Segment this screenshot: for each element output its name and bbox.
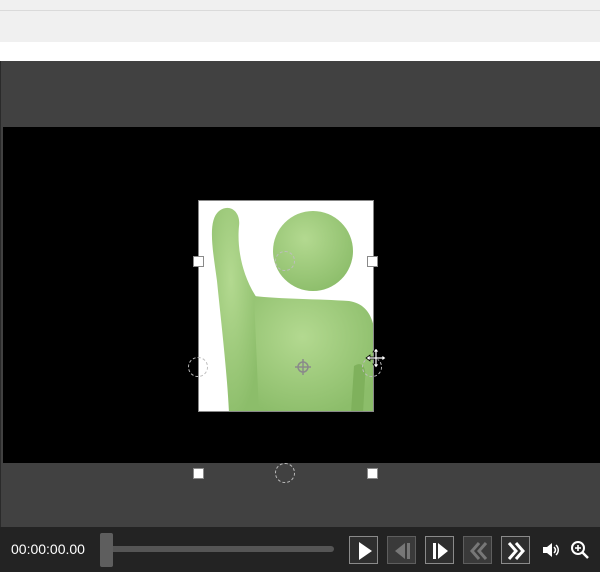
center-crosshair-icon[interactable] <box>295 359 311 375</box>
video-preview[interactable] <box>3 127 600 483</box>
fast-forward-button[interactable] <box>501 536 530 564</box>
previous-frame-button[interactable] <box>387 536 416 564</box>
move-cursor-icon <box>365 347 387 369</box>
resize-handle-left[interactable] <box>188 357 208 377</box>
resize-handle-top-right[interactable] <box>367 256 378 267</box>
overlay-image[interactable] <box>198 200 374 412</box>
rewind-icon <box>470 542 488 560</box>
video-editor-frame <box>0 61 600 572</box>
rewind-button[interactable] <box>463 536 492 564</box>
playback-controls-bar: 00:00:00.00 <box>0 527 600 572</box>
next-frame-button[interactable] <box>425 536 454 564</box>
volume-icon[interactable] <box>540 539 562 561</box>
seek-thumb[interactable] <box>100 533 113 567</box>
fast-forward-icon <box>507 542 525 560</box>
time-display: 00:00:00.00 <box>11 541 85 557</box>
resize-handle-top-left[interactable] <box>193 256 204 267</box>
green-figure-illustration <box>211 207 373 411</box>
next-frame-icon <box>433 543 448 559</box>
top-divider <box>0 10 600 11</box>
play-button[interactable] <box>349 536 378 564</box>
previous-frame-icon <box>395 543 410 559</box>
resize-handle-bottom-left[interactable] <box>193 468 204 479</box>
resize-handle-top[interactable] <box>275 251 295 271</box>
play-icon <box>359 542 372 560</box>
window-top-bar <box>0 0 600 43</box>
resize-handle-bottom-right[interactable] <box>367 468 378 479</box>
toolbar-strip <box>0 42 600 61</box>
seek-bar[interactable] <box>104 546 334 552</box>
resize-handle-bottom[interactable] <box>275 463 295 483</box>
zoom-in-icon[interactable] <box>569 539 591 561</box>
